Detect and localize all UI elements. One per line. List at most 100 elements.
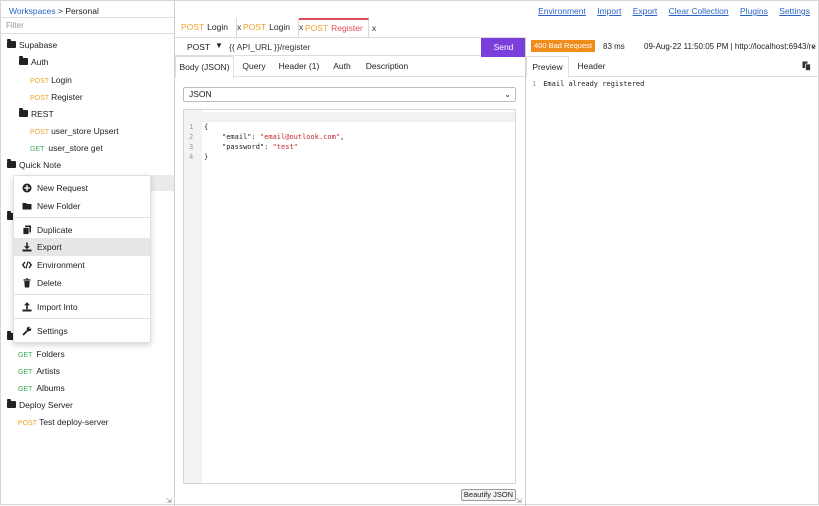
method-badge: POST bbox=[243, 22, 267, 32]
tree-row-highlight bbox=[151, 175, 174, 191]
menu-item-new-request[interactable]: New Request bbox=[14, 179, 150, 197]
menu-item-settings[interactable]: Settings bbox=[14, 322, 150, 340]
menu-item-duplicate[interactable]: Duplicate bbox=[14, 221, 150, 239]
beautify-json-button[interactable]: Beautify JSON bbox=[461, 489, 516, 501]
method-badge: POST bbox=[305, 23, 329, 33]
tree-request-folders[interactable]: GET Folders bbox=[18, 346, 65, 362]
menu-item-label: New Request bbox=[37, 183, 89, 193]
code-editor[interactable]: 1{ 2 "email": "email@outlook.com", 3 "pass… bbox=[183, 109, 516, 484]
menu-item-new-folder[interactable]: New Folder bbox=[14, 197, 150, 215]
request-subtabs: Body (JSON) Query Header (1) Auth Descri… bbox=[175, 56, 525, 78]
response-text: Email already registered bbox=[543, 80, 645, 88]
tab-query[interactable]: Query bbox=[234, 56, 274, 77]
copy-icon[interactable] bbox=[802, 61, 811, 71]
nav-settings-link[interactable]: Settings bbox=[779, 6, 810, 16]
tree-folder-label: Deploy Server bbox=[19, 400, 73, 410]
plus-circle-icon bbox=[22, 183, 32, 193]
nav-plugins-link[interactable]: Plugins bbox=[740, 6, 768, 16]
json-string: "email@outlook.com" bbox=[259, 133, 341, 141]
request-label: Login bbox=[51, 75, 72, 85]
tree-request-artists[interactable]: GET Artists bbox=[18, 363, 60, 379]
send-button[interactable]: Send bbox=[481, 38, 526, 57]
tree-request-test-deploy[interactable]: POST Test deploy-server bbox=[18, 414, 109, 430]
code-line: 2 "email": "email@outlook.com", bbox=[189, 133, 345, 141]
tree-folder-label: Auth bbox=[31, 57, 49, 67]
nav-export-link[interactable]: Export bbox=[633, 6, 658, 16]
menu-item-label: New Folder bbox=[37, 201, 81, 211]
folder-open-icon bbox=[19, 56, 28, 65]
request-line: POST ▼ {{ API_URL }}/register Send bbox=[175, 37, 526, 57]
menu-item-import-into[interactable]: Import Into bbox=[14, 298, 150, 316]
menu-item-export[interactable]: Export bbox=[14, 238, 150, 256]
tree-folder-deploy-server[interactable]: Deploy Server bbox=[7, 397, 73, 413]
body-type-select[interactable]: JSON ⌄ bbox=[183, 87, 516, 102]
tab-post-login-2[interactable]: POST Login x bbox=[237, 18, 303, 37]
status-badge: 400 Bad Request bbox=[531, 40, 595, 52]
folder-open-icon bbox=[7, 399, 16, 408]
menu-item-label: Environment bbox=[37, 260, 85, 270]
tab-post-login-1[interactable]: POST Login x bbox=[175, 18, 241, 37]
method-select[interactable]: POST bbox=[187, 42, 210, 52]
code-text: } bbox=[204, 153, 209, 161]
method-badge: POST bbox=[18, 420, 38, 427]
tree-folder-supabase[interactable]: Supabase bbox=[7, 37, 57, 53]
filter-input[interactable] bbox=[1, 18, 174, 33]
tab-auth[interactable]: Auth bbox=[324, 56, 360, 77]
upload-icon bbox=[22, 302, 32, 312]
method-badge: GET bbox=[30, 146, 45, 153]
method-badge: GET bbox=[18, 352, 33, 359]
nav-environment-link[interactable]: Environment bbox=[538, 6, 586, 16]
menu-item-label: Delete bbox=[37, 278, 62, 288]
tree-folder-quick-note[interactable]: Quick Note bbox=[7, 157, 61, 173]
context-menu: New Request New Folder Duplicate Export … bbox=[13, 175, 151, 343]
pane-divider[interactable] bbox=[525, 37, 526, 506]
url-input[interactable]: {{ API_URL }}/register bbox=[229, 42, 310, 52]
menu-item-label: Export bbox=[37, 242, 62, 252]
app-window: Workspaces > Personal Supabase Auth POST… bbox=[0, 0, 819, 506]
json-key: "password" bbox=[222, 143, 265, 151]
request-label: user_store get bbox=[48, 143, 103, 153]
tree-request-albums[interactable]: GET Albums bbox=[18, 380, 65, 396]
tab-preview[interactable]: Preview bbox=[526, 56, 569, 78]
tree-request-register[interactable]: POST Register bbox=[30, 89, 83, 105]
method-badge: POST bbox=[30, 129, 50, 136]
method-badge: GET bbox=[18, 386, 33, 393]
menu-separator bbox=[14, 294, 150, 295]
folder-open-icon bbox=[7, 159, 16, 168]
copy-icon bbox=[22, 225, 31, 235]
menu-item-delete[interactable]: Delete bbox=[14, 274, 150, 292]
resize-handle-icon[interactable]: ⇲ bbox=[516, 497, 522, 505]
tab-body-json[interactable]: Body (JSON) bbox=[175, 56, 234, 78]
tree-folder-rest[interactable]: REST bbox=[19, 106, 54, 122]
response-history-select[interactable]: 09-Aug-22 11:50:05 PM | http://localhost… bbox=[644, 42, 816, 51]
menu-item-label: Settings bbox=[37, 326, 68, 336]
response-time: 83 ms bbox=[603, 42, 625, 51]
top-nav: Environment Import Export Clear Collecti… bbox=[529, 6, 810, 16]
tree-folder-label: Quick Note bbox=[19, 160, 62, 170]
nav-import-link[interactable]: Import bbox=[597, 6, 621, 16]
tab-header[interactable]: Header (1) bbox=[274, 56, 324, 77]
request-label: Albums bbox=[36, 383, 65, 393]
response-tabs: Preview Header bbox=[526, 56, 819, 78]
breadcrumb-workspaces-link[interactable]: Workspaces bbox=[9, 6, 56, 16]
tab-description[interactable]: Description bbox=[360, 56, 414, 77]
resize-handle-icon[interactable]: ⇲ bbox=[166, 497, 172, 505]
menu-item-environment[interactable]: Environment bbox=[14, 256, 150, 274]
request-label: Folders bbox=[36, 349, 65, 359]
chevron-down-icon[interactable]: ▼ bbox=[215, 41, 223, 50]
tree-request-upsert[interactable]: POST user_store Upsert bbox=[30, 123, 119, 139]
tree-folder-auth[interactable]: Auth bbox=[19, 54, 49, 70]
breadcrumb: Workspaces > Personal bbox=[9, 6, 99, 16]
line-number: 1 bbox=[532, 80, 537, 88]
request-label: Test deploy-server bbox=[39, 417, 109, 427]
wrench-icon bbox=[22, 326, 32, 336]
tab-label: Register bbox=[331, 23, 363, 33]
method-badge: POST bbox=[30, 95, 50, 102]
nav-clear-collection-link[interactable]: Clear Collection bbox=[669, 6, 729, 16]
tree-request-store-get[interactable]: GET user_store get bbox=[30, 140, 103, 156]
chevron-down-icon[interactable]: ⌄ bbox=[810, 41, 817, 50]
tab-post-register[interactable]: POST Register x bbox=[299, 18, 376, 37]
tab-close-icon[interactable]: x bbox=[372, 23, 376, 33]
tab-response-header[interactable]: Header bbox=[569, 56, 614, 77]
tree-request-login[interactable]: POST Login bbox=[30, 72, 72, 88]
